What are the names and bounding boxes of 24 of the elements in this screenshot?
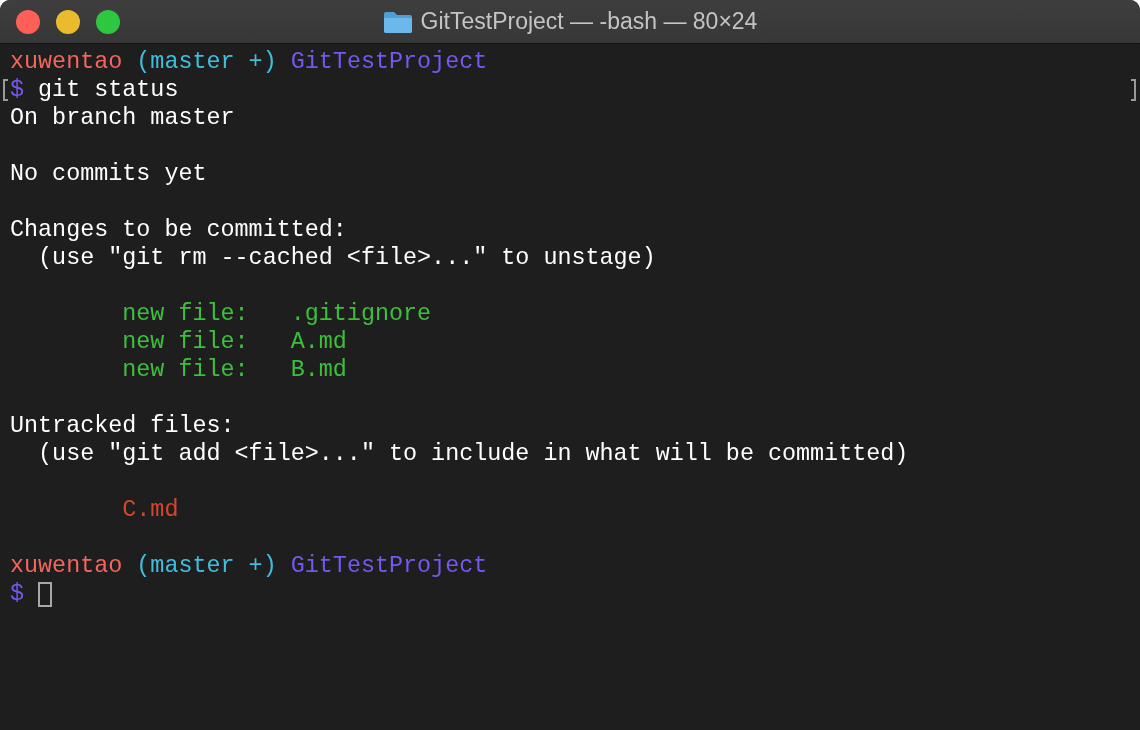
user-name: xuwentao	[10, 552, 123, 580]
command-text: git status	[38, 76, 179, 104]
branch-status: (master +)	[136, 48, 277, 76]
branch-status: (master +)	[136, 552, 277, 580]
output-text: On branch master	[10, 104, 235, 132]
output-text: Untracked files:	[10, 412, 235, 440]
folder-icon	[382, 9, 413, 34]
file-entry: new file: .gitignore	[122, 300, 432, 328]
zoom-button[interactable]	[96, 10, 120, 34]
directory-name: GitTestProject	[290, 48, 488, 76]
output-text: No commits yet	[10, 160, 207, 188]
prompt-symbol: $	[10, 580, 25, 608]
hint-text: (use "git add <file>..." to include in what will be committed)	[38, 440, 909, 468]
close-button[interactable]	[16, 10, 40, 34]
file-entry: C.md	[122, 496, 179, 524]
file-entry: new file: B.md	[122, 356, 347, 384]
prompt-symbol: $	[10, 76, 25, 104]
file-entry: new file: A.md	[122, 328, 347, 356]
minimize-button[interactable]	[56, 10, 80, 34]
hint-text: (use "git rm --cached <file>..." to unstage)	[38, 244, 656, 272]
user-name: xuwentao	[10, 48, 123, 76]
directory-name: GitTestProject	[290, 552, 488, 580]
output-text: Changes to be committed:	[10, 216, 347, 244]
window-title: GitTestProject — -bash — 80×24	[420, 8, 758, 35]
